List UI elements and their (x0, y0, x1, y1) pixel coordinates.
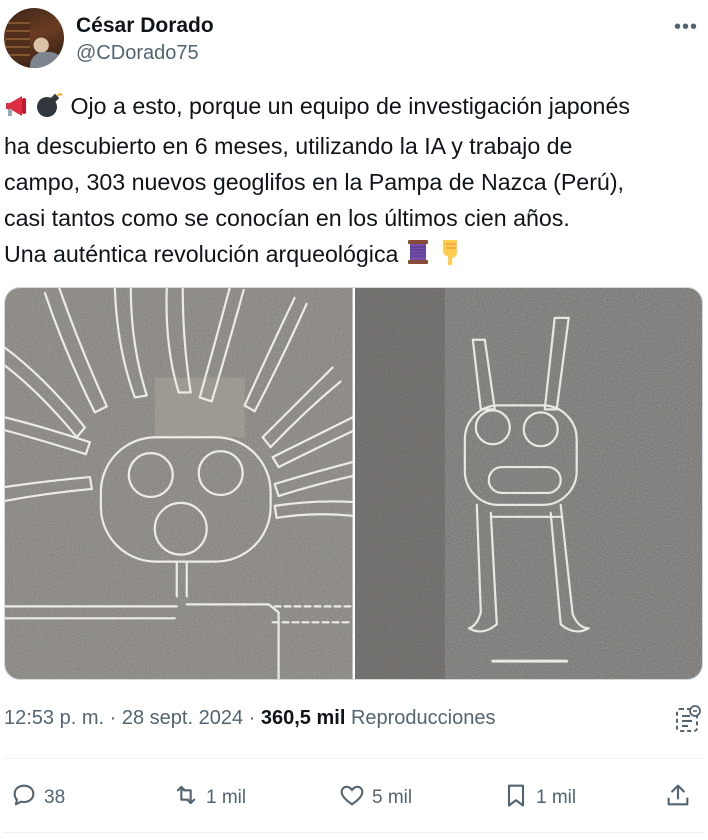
tweet-text-line: Una auténtica revolución arqueológica (4, 241, 399, 267)
tweet-text-line: Ojo a esto, porque un equipo de investig… (70, 93, 630, 119)
grok-analyze-icon[interactable] (674, 704, 702, 734)
repost-count: 1 mil (206, 787, 247, 808)
pointing-down-emoji (437, 238, 463, 276)
bookmark-button[interactable]: 1 mil (502, 778, 576, 818)
tweet-actions: 38 1 mil 5 mil 1 mil (0, 778, 708, 818)
views-label: Reproducciones (350, 707, 496, 729)
separator: · (109, 707, 117, 729)
author-handle[interactable]: @CDorado75 (76, 42, 199, 65)
repost-button[interactable]: 1 mil (172, 778, 246, 818)
geoglyph-image-left[interactable] (5, 288, 353, 679)
avatar[interactable] (4, 8, 64, 68)
tweet-header: César Dorado @CDorado75 ••• (4, 6, 704, 70)
avatar-background (6, 18, 30, 62)
media-gallery (4, 287, 703, 680)
avatar-figure (30, 52, 64, 68)
views-count: 360,5 mil (260, 707, 346, 729)
divider (4, 758, 704, 759)
repost-icon (172, 781, 200, 815)
tweet-line-5: Una auténtica revolución arqueológica (4, 236, 702, 276)
megaphone-emoji (4, 92, 34, 128)
tweet-line-1: Ojo a esto, porque un equipo de investig… (4, 88, 702, 128)
bookmark-icon (502, 781, 530, 815)
tweet-time[interactable]: 12:53 p. m. (4, 707, 104, 729)
more-horizontal-icon[interactable]: ••• (674, 16, 698, 39)
tweet-line-2: ha descubierto en 6 meses, utilizando la… (4, 133, 573, 159)
reply-icon (10, 781, 38, 815)
heart-icon (338, 781, 366, 815)
like-button[interactable]: 5 mil (338, 778, 412, 818)
reply-count: 38 (44, 787, 66, 808)
tweet-line-3: campo, 303 nuevos geoglifos en la Pampa … (4, 169, 624, 195)
thread-spool-emoji (405, 238, 431, 276)
author-name[interactable]: César Dorado (76, 14, 214, 38)
divider (4, 832, 704, 833)
share-button[interactable] (664, 778, 692, 818)
like-count: 5 mil (372, 787, 413, 808)
bookmark-count: 1 mil (536, 787, 577, 808)
separator: · (248, 707, 256, 729)
share-icon (664, 781, 692, 815)
reply-button[interactable]: 38 (10, 778, 65, 818)
bomb-emoji (34, 92, 64, 128)
tweet-line-4: casi tantos como se conocían en los últi… (4, 205, 570, 231)
geoglyph-image-right[interactable] (354, 288, 702, 679)
tweet-meta: 12:53 p. m. · 28 sept. 2024 · 360,5 mil … (4, 707, 495, 730)
tweet-date[interactable]: 28 sept. 2024 (122, 707, 243, 729)
tweet-body: Ojo a esto, porque un equipo de investig… (4, 88, 702, 276)
